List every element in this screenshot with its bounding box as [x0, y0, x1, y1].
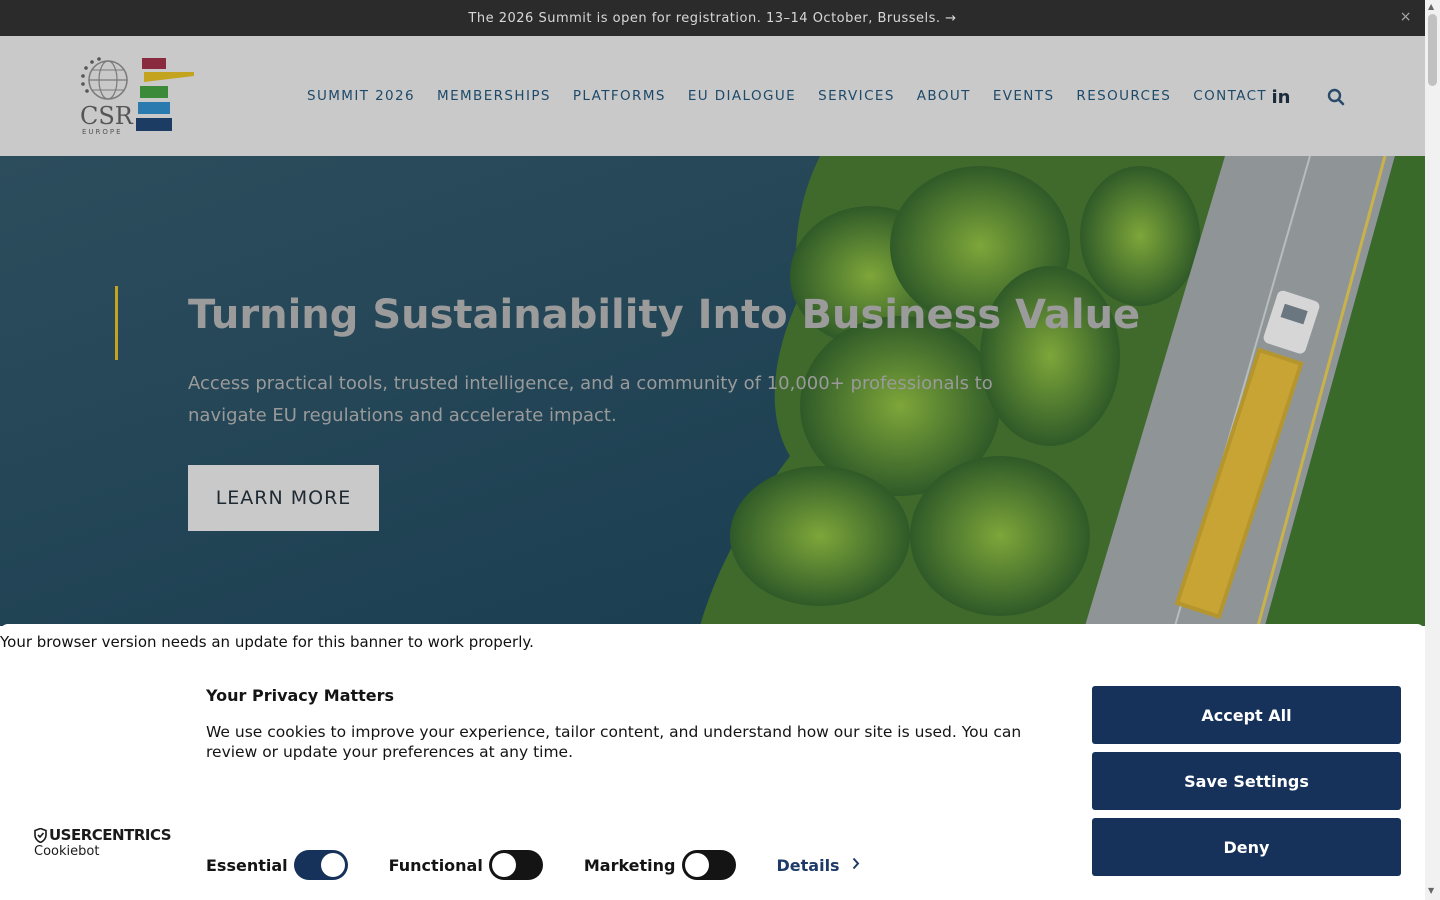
nav-services[interactable]: SERVICES: [811, 88, 895, 104]
close-icon[interactable]: ×: [1400, 9, 1412, 25]
hero-subtitle: Access practical tools, trusted intellig…: [188, 373, 993, 426]
details-label: Details: [776, 855, 840, 875]
svg-text:EUROPE: EUROPE: [82, 128, 123, 136]
save-settings-button[interactable]: Save Settings: [1092, 752, 1401, 810]
search-icon[interactable]: [1325, 86, 1347, 108]
shield-icon: [34, 827, 47, 843]
nav-about[interactable]: ABOUT: [910, 88, 971, 104]
usercentrics-logo[interactable]: USERCENTRICS Cookiebot: [34, 826, 172, 859]
scroll-up-icon[interactable]: ▲: [1428, 2, 1434, 11]
nav-platforms[interactable]: PLATFORMS: [566, 88, 666, 104]
cookie-banner: Your browser version needs an update for…: [0, 624, 1425, 900]
nav-eu-dialogue[interactable]: EU DIALOGUE: [681, 88, 796, 104]
accept-all-button[interactable]: Accept All: [1092, 686, 1401, 744]
hero-accent-line: [115, 286, 118, 360]
marketing-toggle[interactable]: [681, 850, 736, 880]
announcement-bar[interactable]: The 2026 Summit is open for registration…: [0, 0, 1425, 36]
logo-text: CSR: [80, 102, 134, 130]
nav-resources[interactable]: RESOURCES: [1069, 88, 1171, 104]
privacy-text: We use cookies to improve your experienc…: [206, 723, 1022, 761]
functional-label: Functional: [388, 855, 483, 875]
consent-toggles: Essential Functional Marketing Details: [206, 850, 860, 880]
scroll-down-icon[interactable]: ▼: [1428, 886, 1434, 895]
hero-section: Turning Sustainability Into Business Val…: [0, 156, 1425, 626]
main-nav: SUMMIT 2026 MEMBERSHIPS PLATFORMS EU DIA…: [300, 36, 1282, 156]
functional-toggle[interactable]: [488, 850, 543, 880]
announcement-text[interactable]: The 2026 Summit is open for registration…: [468, 11, 956, 26]
hero-title: Turning Sustainability Into Business Val…: [188, 292, 1141, 338]
csr-europe-logo[interactable]: CSR EUROPE: [78, 56, 198, 138]
nav-events[interactable]: EVENTS: [986, 88, 1055, 104]
essential-label: Essential: [206, 855, 288, 875]
privacy-title: Your Privacy Matters: [206, 686, 395, 705]
learn-more-button[interactable]: LEARN MORE: [188, 465, 379, 531]
essential-toggle[interactable]: [293, 850, 348, 880]
linkedin-icon[interactable]: in: [1270, 86, 1292, 108]
site-header: CSR EUROPE SUMMIT 2026 MEMBERSHIPS PLATF…: [0, 36, 1425, 156]
details-link[interactable]: Details: [777, 856, 860, 875]
browser-warning: Your browser version needs an update for…: [0, 633, 534, 651]
nav-memberships[interactable]: MEMBERSHIPS: [430, 88, 551, 104]
usercentrics-brand: USERCENTRICS: [49, 826, 172, 844]
chevron-right-icon: [852, 856, 860, 874]
nav-summit-2026[interactable]: SUMMIT 2026: [300, 88, 415, 104]
cookiebot-label: Cookiebot: [34, 844, 100, 859]
marketing-label: Marketing: [583, 855, 676, 875]
page-scrollbar[interactable]: ▲ ▼: [1425, 0, 1440, 900]
scroll-thumb[interactable]: [1428, 14, 1437, 86]
nav-contact[interactable]: CONTACT: [1186, 88, 1267, 104]
deny-button[interactable]: Deny: [1092, 818, 1401, 876]
